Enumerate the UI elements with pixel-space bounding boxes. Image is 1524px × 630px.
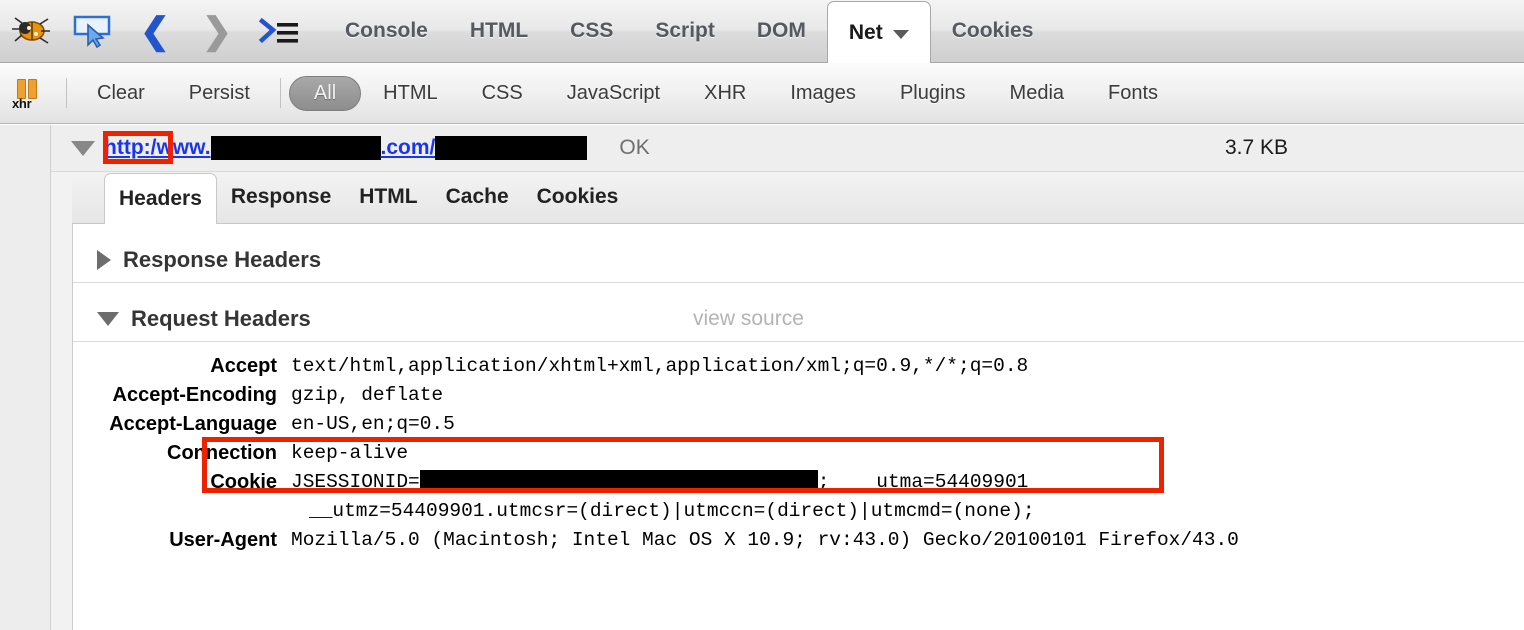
cookie-value-redaction-bar <box>420 470 818 493</box>
content-top-spacer <box>73 224 1524 238</box>
header-value: en-US,en;q=0.5 <box>291 410 455 439</box>
request-headers-title: Request Headers <box>131 306 311 332</box>
firebug-main-toolbar: ❮ ❯ Console HTML CSS Script DOM Net Cook… <box>0 0 1524 63</box>
header-value: keep-alive <box>291 439 408 468</box>
inspect-element-button[interactable] <box>62 0 124 62</box>
detail-tab-response[interactable]: Response <box>217 171 345 223</box>
header-name: Accept-Language <box>73 410 291 439</box>
filter-media[interactable]: Media <box>988 77 1086 110</box>
filter-all[interactable]: All <box>289 76 361 111</box>
forward-button[interactable]: ❯ <box>186 0 248 62</box>
url-host-prefix: /www. <box>151 136 211 160</box>
cookie-jsessionid-key: JSESSIONID= <box>291 471 420 493</box>
url-tld: .com/ <box>381 136 436 160</box>
header-row-cookie: Cookie JSESSIONID= ; __utma=54409901 __utm… <box>73 468 1524 526</box>
panel-tab-strip: Console HTML CSS Script DOM Net Cookies <box>324 0 1054 62</box>
net-filter-toolbar: xhr Clear Persist All HTML CSS JavaScrip… <box>0 63 1524 124</box>
filter-images[interactable]: Images <box>768 77 878 110</box>
tab-cookies[interactable]: Cookies <box>931 0 1055 62</box>
header-value: JSESSIONID= ; __utma=54409901 __utmz=54409… <box>291 468 1035 526</box>
header-name: User-Agent <box>73 526 291 555</box>
url-domain-redaction-bar <box>211 136 381 160</box>
command-line-button[interactable] <box>248 0 310 62</box>
xhr-icon: xhr <box>12 76 46 110</box>
header-row-accept: Accept text/html,application/xhtml+xml,a… <box>73 352 1524 381</box>
section-gap <box>73 283 1524 297</box>
tab-dom[interactable]: DOM <box>736 0 827 62</box>
forward-arrow-icon: ❯ <box>202 13 232 49</box>
header-name: Connection <box>73 439 291 468</box>
cookie-utma: ; __utma=54409901 <box>818 471 1029 493</box>
tab-html[interactable]: HTML <box>449 0 549 62</box>
request-url-link[interactable]: http:/www. .com/ <box>104 136 587 160</box>
detail-tab-cache[interactable]: Cache <box>432 171 523 223</box>
tab-net[interactable]: Net <box>827 1 931 63</box>
url-scheme: http: <box>104 136 151 160</box>
header-name: Accept-Encoding <box>73 381 291 410</box>
clear-button[interactable]: Clear <box>75 77 167 110</box>
response-headers-title: Response Headers <box>123 247 321 273</box>
url-path-redaction-bar <box>435 136 587 160</box>
tab-console[interactable]: Console <box>324 0 449 62</box>
filter-plugins[interactable]: Plugins <box>878 77 988 110</box>
header-name: Cookie <box>73 468 291 497</box>
header-row-user-agent: User-Agent Mozilla/5.0 (Macintosh; Intel… <box>73 526 1524 555</box>
request-headers-table: Accept text/html,application/xhtml+xml,a… <box>73 352 1524 555</box>
detail-tab-strip: Headers Response HTML Cache Cookies <box>72 172 1524 224</box>
filter-css[interactable]: CSS <box>460 77 545 110</box>
detail-tab-cookies[interactable]: Cookies <box>523 171 633 223</box>
header-row-connection: Connection keep-alive <box>73 439 1524 468</box>
detail-tab-html[interactable]: HTML <box>345 171 431 223</box>
filter-xhr[interactable]: XHR <box>682 77 768 110</box>
tab-script[interactable]: Script <box>634 0 736 62</box>
filter-fonts[interactable]: Fonts <box>1086 77 1180 110</box>
chevron-down-section-icon[interactable] <box>97 312 119 326</box>
tab-css[interactable]: CSS <box>549 0 634 62</box>
request-headers-section-header[interactable]: Request Headers view source <box>73 297 1524 342</box>
chevron-right-icon[interactable] <box>97 250 111 270</box>
back-arrow-icon: ❮ <box>140 13 170 49</box>
request-size: 3.7 KB <box>1225 136 1288 160</box>
request-status: OK <box>619 136 649 160</box>
filter-html[interactable]: HTML <box>361 77 459 110</box>
toolbar-divider-2 <box>280 78 281 108</box>
left-gutter-inner <box>51 125 72 630</box>
filter-javascript[interactable]: JavaScript <box>545 77 682 110</box>
command-line-icon <box>256 15 302 47</box>
persist-button[interactable]: Persist <box>167 77 272 110</box>
firebug-logo-icon <box>10 15 52 47</box>
toolbar-divider-1 <box>66 78 67 108</box>
chevron-down-icon[interactable] <box>893 30 909 39</box>
response-headers-section-header[interactable]: Response Headers <box>73 238 1524 283</box>
xhr-icon-label: xhr <box>12 96 31 111</box>
header-row-accept-language: Accept-Language en-US,en;q=0.5 <box>73 410 1524 439</box>
inspect-element-icon <box>71 14 115 48</box>
expand-twisty-icon[interactable] <box>71 141 95 156</box>
cookie-utmz-line: __utmz=54409901.utmcsr=(direct)|utmccn=(… <box>309 497 1035 526</box>
header-value: Mozilla/5.0 (Macintosh; Intel Mac OS X 1… <box>291 526 1239 555</box>
firebug-logo-icon-slot[interactable] <box>0 0 62 62</box>
header-value: text/html,application/xhtml+xml,applicat… <box>291 352 1028 381</box>
header-value: gzip, deflate <box>291 381 443 410</box>
header-name: Accept <box>73 352 291 381</box>
headers-content-area: Response Headers Request Headers view so… <box>73 224 1524 630</box>
tab-net-label: Net <box>849 3 883 63</box>
back-button[interactable]: ❮ <box>124 0 186 62</box>
header-row-accept-encoding: Accept-Encoding gzip, deflate <box>73 381 1524 410</box>
view-source-link[interactable]: view source <box>693 307 804 331</box>
request-row[interactable]: http:/www. .com/ OK 3.7 KB <box>51 125 1524 172</box>
xhr-indicator-button[interactable]: xhr <box>0 76 58 110</box>
left-gutter <box>0 125 51 630</box>
detail-tab-headers[interactable]: Headers <box>104 173 217 224</box>
